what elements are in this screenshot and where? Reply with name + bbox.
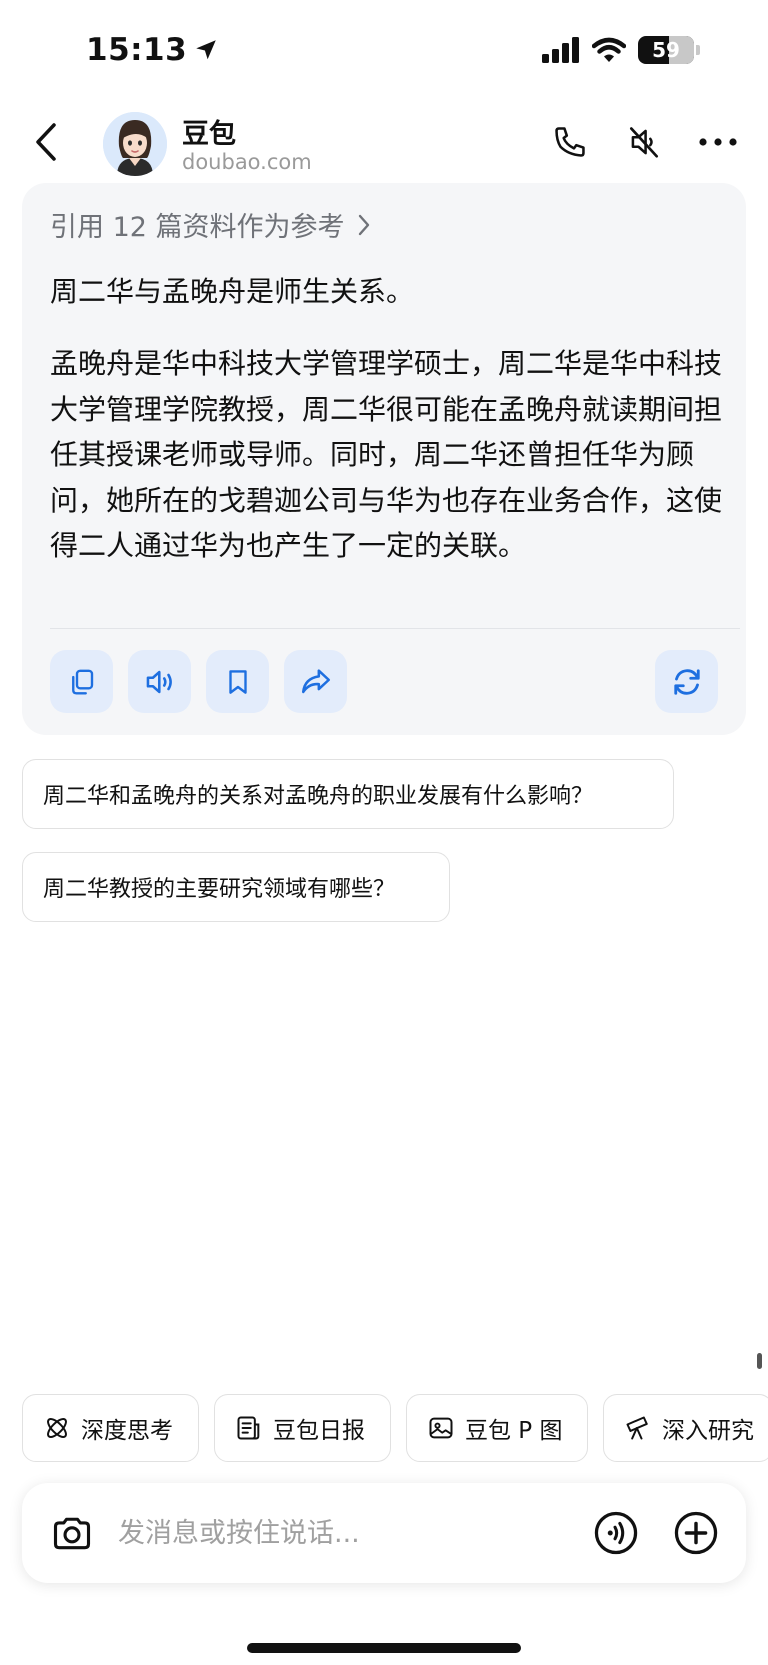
shortcut-daily-report[interactable]: 豆包日报: [214, 1394, 391, 1462]
battery-level: 59: [652, 38, 680, 62]
voice-wave-icon: [594, 1511, 638, 1555]
phone-icon: [555, 127, 585, 157]
copy-button[interactable]: [50, 650, 113, 713]
speaker-muted-icon: [629, 127, 659, 158]
camera-button[interactable]: [48, 1509, 96, 1557]
answer-actions: [50, 650, 347, 713]
wifi-icon: [592, 37, 626, 62]
answer-paragraph-1: 周二华与孟晚舟是师生关系。: [50, 275, 415, 308]
home-indicator[interactable]: [247, 1643, 521, 1653]
header-subtitle: doubao.com: [182, 150, 312, 174]
camera-icon: [53, 1517, 91, 1550]
refresh-icon: [673, 668, 700, 695]
speaker-icon: [146, 670, 172, 693]
suggested-question-1[interactable]: 周二华和孟晚舟的关系对孟晚舟的职业发展有什么影响？: [22, 759, 674, 829]
newspaper-icon: [237, 1416, 260, 1440]
status-bar: 15:13 59: [0, 0, 768, 100]
shortcut-bar: 深度思考 豆包日报 豆包 P 图 深入研究: [22, 1394, 768, 1462]
status-time: 15:13: [86, 32, 188, 68]
read-aloud-button[interactable]: [128, 650, 191, 713]
avatar[interactable]: [103, 112, 167, 176]
plus-circle-icon: [674, 1511, 718, 1555]
scrollbar[interactable]: [757, 1353, 762, 1369]
reference-link-label: 引用 12 篇资料作为参考: [50, 212, 345, 243]
add-attachment-button[interactable]: [672, 1509, 720, 1557]
battery-nub: [696, 45, 700, 55]
answer-card: 引用 12 篇资料作为参考 周二华与孟晚舟是师生关系。 孟晚舟是华中科技大学管理…: [22, 183, 746, 735]
more-button[interactable]: [696, 120, 740, 164]
shortcut-deep-thinking[interactable]: 深度思考: [22, 1394, 199, 1462]
card-divider: [50, 628, 740, 629]
share-button[interactable]: [284, 650, 347, 713]
mute-button[interactable]: [622, 120, 666, 164]
location-arrow-icon: [196, 40, 216, 60]
header-actions: [548, 120, 740, 164]
bookmark-icon: [228, 669, 247, 694]
shortcut-label: 豆包 P 图: [465, 1418, 563, 1444]
regenerate-button[interactable]: [655, 650, 718, 713]
shortcut-label: 豆包日报: [273, 1418, 365, 1444]
message-input[interactable]: [118, 1509, 498, 1557]
back-button[interactable]: [28, 118, 64, 166]
shortcut-label: 深度思考: [81, 1418, 173, 1444]
copy-icon: [71, 669, 93, 694]
atom-icon: [47, 1418, 67, 1438]
suggested-question-2[interactable]: 周二华教授的主要研究领域有哪些？: [22, 852, 450, 922]
back-chevron-icon: [36, 123, 56, 161]
shortcut-photo-edit[interactable]: 豆包 P 图: [406, 1394, 588, 1462]
phone-call-button[interactable]: [548, 120, 592, 164]
reference-link[interactable]: 引用 12 篇资料作为参考: [50, 205, 371, 244]
bookmark-button[interactable]: [206, 650, 269, 713]
more-dots-icon: [699, 138, 737, 146]
share-icon: [301, 668, 330, 693]
status-time-wrap: 15:13: [86, 32, 219, 68]
header-title: 豆包: [182, 119, 236, 150]
chat-header: 豆包 doubao.com: [0, 100, 768, 184]
image-edit-icon: [429, 1417, 453, 1439]
status-icons: 59: [542, 36, 700, 64]
telescope-icon: [626, 1416, 648, 1440]
shortcut-deep-research[interactable]: 深入研究: [603, 1394, 768, 1462]
avatar-illustration: [103, 112, 167, 176]
voice-call-button[interactable]: [592, 1509, 640, 1557]
chevron-right-icon: [358, 214, 369, 235]
cellular-signal-icon: [542, 37, 579, 63]
shortcut-label: 深入研究: [662, 1418, 754, 1444]
battery-icon: 59: [638, 36, 694, 64]
answer-paragraph-2: 孟晚舟是华中科技大学管理学硕士，周二华是华中科技大学管理学院教授，周二华很可能在…: [50, 347, 723, 562]
message-input-bar: [22, 1483, 746, 1583]
